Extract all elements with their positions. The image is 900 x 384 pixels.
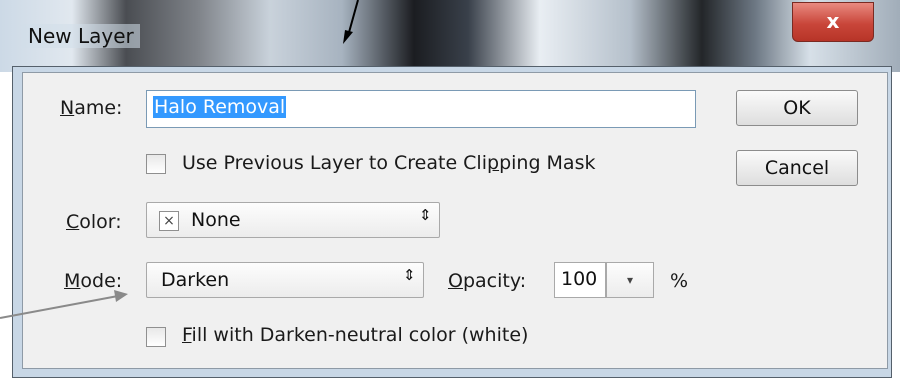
mode-select[interactable]: Darken ⇕ xyxy=(146,262,424,298)
fill-neutral-checkbox[interactable] xyxy=(146,327,166,347)
ok-button[interactable]: OK xyxy=(736,90,858,126)
select-arrows-icon: ⇕ xyxy=(419,206,432,224)
cancel-button[interactable]: Cancel xyxy=(736,150,858,186)
name-input-selection: Halo Removal xyxy=(153,96,287,118)
opacity-unit: % xyxy=(670,270,689,292)
dialog-title: New Layer xyxy=(22,24,140,48)
opacity-label: Opacity: xyxy=(448,270,527,292)
opacity-dropdown-button[interactable]: ▾ xyxy=(606,262,654,298)
select-arrows-icon: ⇕ xyxy=(403,266,416,284)
close-button[interactable]: x xyxy=(792,2,874,42)
opacity-input[interactable]: 100 xyxy=(554,262,606,298)
color-select[interactable]: × None ⇕ xyxy=(146,202,440,238)
color-select-value: None xyxy=(191,209,241,231)
fill-neutral-label: Fill with Darken-neutral color (white) xyxy=(182,324,529,346)
color-label: Color: xyxy=(66,211,122,233)
clipping-mask-checkbox[interactable] xyxy=(146,154,166,174)
no-color-swatch-icon: × xyxy=(159,211,179,231)
clipping-mask-label: Use Previous Layer to Create Clipping Ma… xyxy=(182,152,596,174)
name-input[interactable]: Halo Removal xyxy=(146,90,696,128)
mode-label: Mode: xyxy=(64,270,123,292)
mode-select-value: Darken xyxy=(161,269,230,291)
chevron-down-icon: ▾ xyxy=(626,273,634,287)
name-label: Name: xyxy=(60,97,123,119)
